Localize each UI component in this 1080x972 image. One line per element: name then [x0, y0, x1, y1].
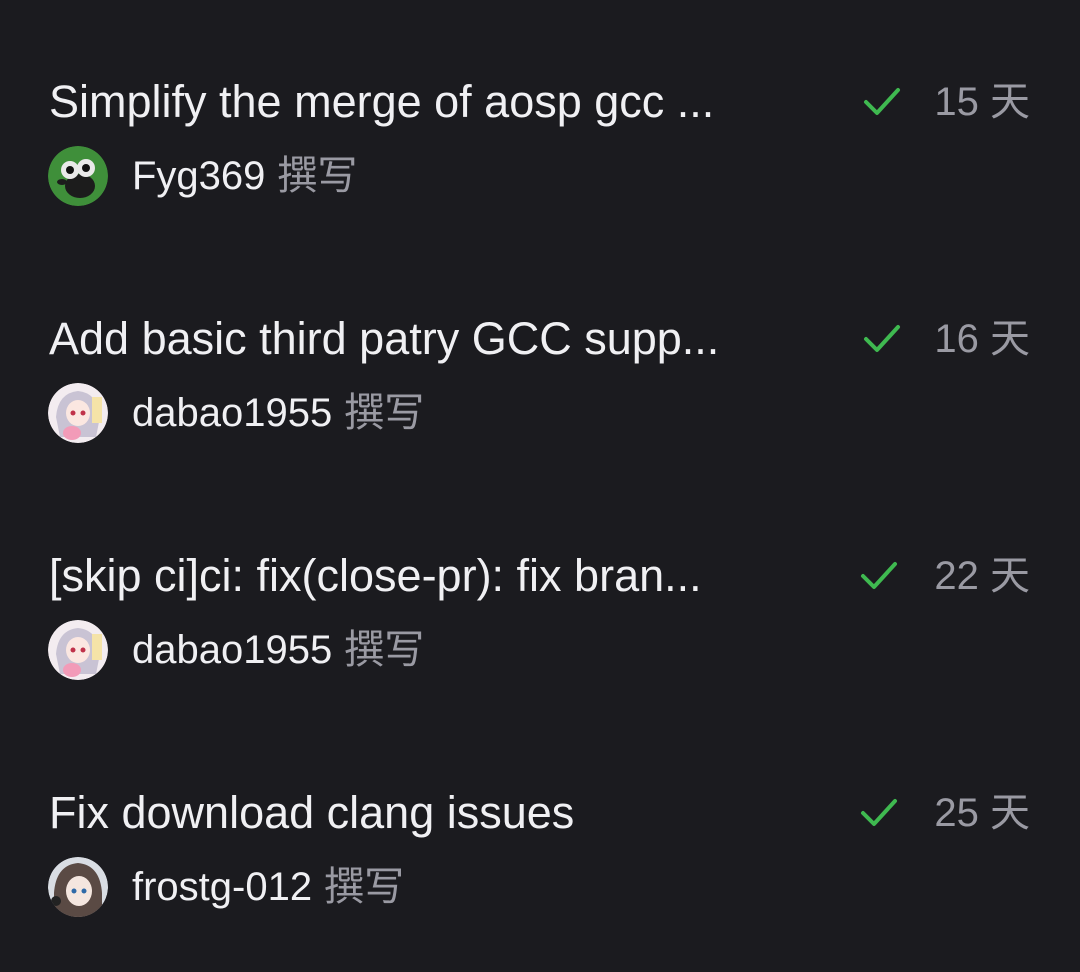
anime-girl-avatar-icon — [48, 620, 108, 680]
author-name[interactable]: frostg-012 — [132, 865, 312, 909]
author-verb: 撰写 — [277, 154, 358, 198]
author-line: dabao1955 撰写 — [132, 622, 424, 678]
check-icon — [861, 799, 897, 826]
author-verb: 撰写 — [324, 865, 405, 909]
commit-age: 25 天 — [934, 791, 1030, 835]
author-line: Fyg369 撰写 — [132, 148, 357, 204]
author-name[interactable]: dabao1955 — [132, 391, 332, 435]
avatar[interactable] — [48, 620, 108, 680]
commit-age: 15 天 — [934, 80, 1030, 124]
author-name[interactable]: Fyg369 — [132, 154, 265, 198]
author-verb: 撰写 — [344, 628, 425, 672]
commit-row[interactable]: Add basic third patry GCC supp... 16 天 d… — [0, 311, 1080, 461]
avatar[interactable] — [48, 383, 108, 443]
commit-row[interactable]: [skip ci]ci: fix(close-pr): fix bran... … — [0, 548, 1080, 698]
avatar[interactable] — [48, 146, 108, 206]
avatar[interactable] — [48, 857, 108, 917]
commit-title[interactable]: Fix download clang issues — [49, 785, 829, 841]
check-icon — [864, 88, 900, 115]
commit-age: 22 天 — [934, 554, 1030, 598]
anime-character-avatar-icon — [48, 857, 108, 917]
commit-row[interactable]: Simplify the merge of aosp gcc ... 15 天 … — [0, 74, 1080, 224]
author-verb: 撰写 — [344, 391, 425, 435]
check-icon — [861, 562, 897, 589]
commit-title[interactable]: Simplify the merge of aosp gcc ... — [49, 74, 829, 130]
anime-girl-avatar-icon — [48, 383, 108, 443]
commit-row[interactable]: Fix download clang issues 25 天 frostg-01… — [0, 785, 1080, 935]
author-line: frostg-012 撰写 — [132, 859, 404, 915]
green-cartoon-avatar-icon — [48, 146, 108, 206]
check-icon — [864, 325, 900, 352]
author-name[interactable]: dabao1955 — [132, 628, 332, 672]
commit-age: 16 天 — [934, 317, 1030, 361]
commit-title[interactable]: [skip ci]ci: fix(close-pr): fix bran... — [49, 548, 829, 604]
author-line: dabao1955 撰写 — [132, 385, 424, 441]
commit-list: Simplify the merge of aosp gcc ... 15 天 … — [0, 0, 1080, 972]
commit-title[interactable]: Add basic third patry GCC supp... — [49, 311, 829, 367]
